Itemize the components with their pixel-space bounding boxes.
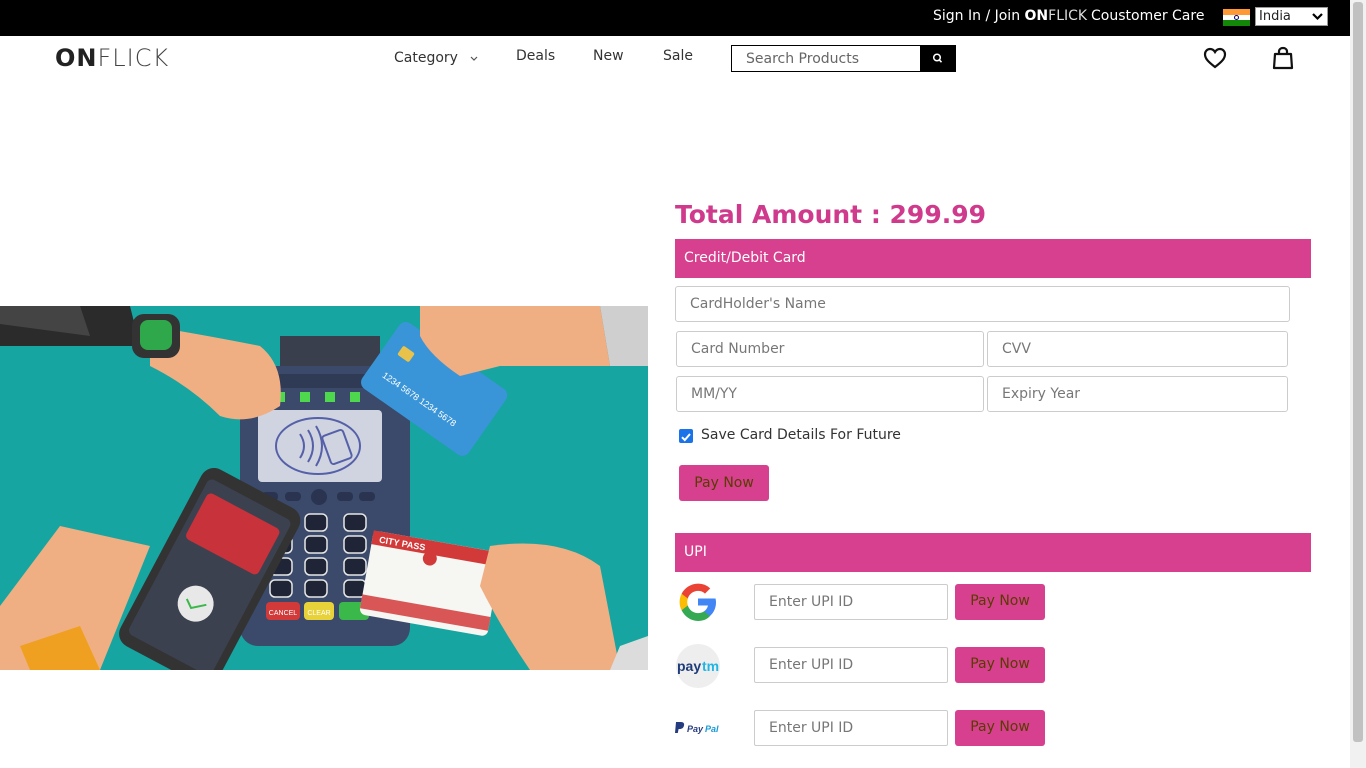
nav-category-label: Category [394, 50, 458, 66]
country-select-value: India [1259, 9, 1291, 24]
svg-text:pay: pay [677, 658, 701, 674]
shopping-bag-icon[interactable] [1272, 46, 1294, 70]
nav-deals[interactable]: Deals [516, 48, 555, 64]
customer-care-link[interactable]: Coustomer Care [1091, 8, 1204, 24]
payment-illustration: CANCEL CLEAR 1234 5678 1234 5678 CITY PA… [0, 306, 648, 670]
sign-in-brand-flick: FLICK [1048, 8, 1088, 24]
nav-category[interactable]: Category [394, 50, 478, 66]
clear-key-label: CLEAR [307, 610, 330, 617]
wishlist-heart-icon[interactable] [1203, 47, 1227, 69]
nav-new[interactable]: New [593, 48, 624, 64]
paypal-icon: Pay Pal [675, 720, 723, 742]
scrollbar-thumb[interactable] [1353, 2, 1363, 742]
google-pay-pay-now-button[interactable]: Pay Now [955, 584, 1045, 620]
paypal-upi-input[interactable]: Enter UPI ID [754, 710, 948, 746]
search-button[interactable] [920, 45, 956, 72]
save-card-label: Save Card Details For Future [701, 427, 901, 443]
chevron-down-icon [1312, 8, 1323, 31]
logo-flick: FLICK [97, 44, 170, 72]
paytm-upi-input[interactable]: Enter UPI ID [754, 647, 948, 683]
upi-section-header: UPI [675, 533, 1311, 572]
paypal-pay-now-button[interactable]: Pay Now [955, 710, 1045, 746]
sign-in-label: Sign In / Join [933, 8, 1025, 24]
india-flag-icon [1223, 9, 1250, 26]
card-pay-now-button[interactable]: Pay Now [679, 465, 769, 501]
card-number-input[interactable]: Card Number [676, 331, 984, 367]
chevron-down-icon [470, 55, 478, 65]
svg-text:Pal: Pal [705, 724, 719, 734]
svg-text:Pay: Pay [687, 724, 704, 734]
svg-text:tm: tm [702, 658, 719, 674]
logo-on: ON [55, 44, 98, 72]
country-select[interactable]: India [1255, 7, 1328, 26]
paytm-pay-now-button[interactable]: Pay Now [955, 647, 1045, 683]
checkmark-icon [681, 433, 691, 442]
total-amount: Total Amount : 299.99 [675, 200, 986, 229]
page-scrollbar[interactable] [1350, 0, 1366, 768]
paytm-icon: pay tm [675, 643, 721, 693]
expiry-year-input[interactable]: Expiry Year [987, 376, 1288, 412]
cvv-input[interactable]: CVV [987, 331, 1288, 367]
cancel-key-label: CANCEL [269, 610, 298, 617]
expiry-month-input[interactable]: MM/YY [676, 376, 984, 412]
cardholder-name-input[interactable]: CardHolder's Name [675, 286, 1290, 322]
nav-sale[interactable]: Sale [663, 48, 693, 64]
search-icon [932, 53, 943, 63]
site-logo[interactable]: ONFLICK [55, 44, 169, 72]
sign-in-brand-on: ON [1024, 8, 1049, 24]
search-input[interactable]: Search Products [731, 45, 921, 72]
card-section-header: Credit/Debit Card [675, 239, 1311, 278]
top-bar: Sign In / Join ONFLICK Coustomer Care In… [0, 0, 1350, 36]
sign-in-link[interactable]: Sign In / Join ONFLICK [933, 8, 1087, 24]
google-pay-upi-input[interactable]: Enter UPI ID [754, 584, 948, 620]
google-pay-icon [675, 579, 721, 629]
save-card-checkbox[interactable] [679, 429, 693, 443]
